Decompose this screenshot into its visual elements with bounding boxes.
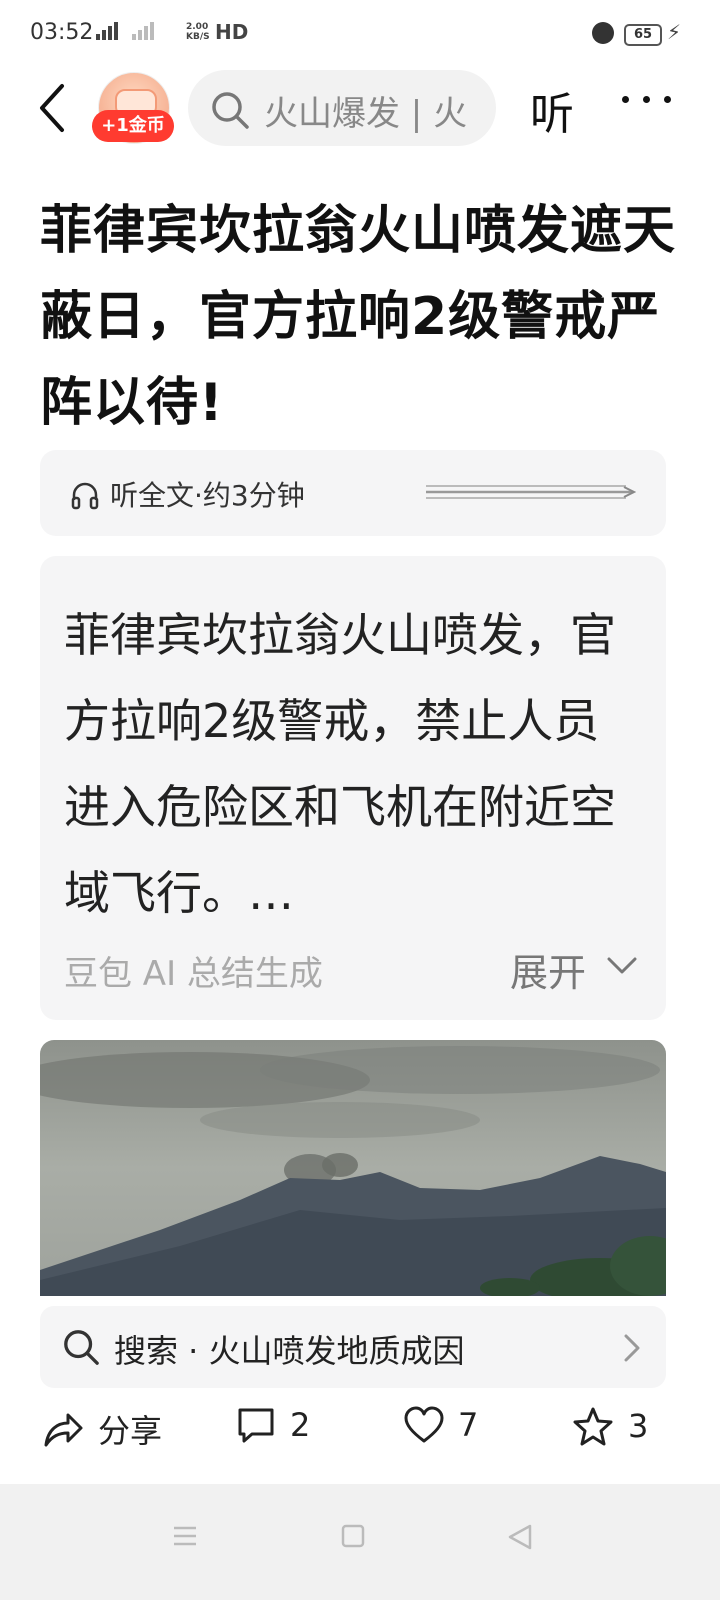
- battery-indicator: 65: [624, 24, 662, 46]
- related-search-text: 搜索 · 火山喷发地质成因: [114, 1332, 465, 1370]
- alarm-icon: [592, 22, 614, 44]
- hd-indicator: HD: [215, 20, 249, 44]
- system-nav-bar: [0, 1484, 720, 1600]
- like-button[interactable]: 7: [404, 1406, 478, 1444]
- status-bar: 03:52 2.00 KB/S HD 65 ⚡: [0, 0, 720, 66]
- search-icon: [64, 1330, 99, 1365]
- share-icon: [44, 1413, 83, 1447]
- article-title: 菲律宾坎拉翁火山喷发遮天蔽日，官方拉响2级警戒严阵以待!: [40, 201, 677, 433]
- status-time: 03:52: [30, 20, 94, 45]
- summary-text: 菲律宾坎拉翁火山喷发，官方拉响2级警戒，禁止人员进入危险区和飞机在附近空域飞行。…: [64, 608, 616, 920]
- menu-icon[interactable]: [172, 1524, 198, 1548]
- back-arrow-icon: [40, 84, 64, 132]
- more-options-icon[interactable]: [622, 96, 671, 103]
- back-button[interactable]: [34, 80, 74, 136]
- headphones-icon: [71, 482, 99, 510]
- comment-count: 2: [290, 1406, 311, 1444]
- share-label: 分享: [98, 1412, 163, 1450]
- favorite-button[interactable]: 3: [572, 1406, 648, 1446]
- coin-badge: +1金币: [92, 110, 174, 142]
- listen-duration-text: 听全文·约3分钟: [110, 479, 305, 512]
- audio-wave-icon: [426, 485, 636, 499]
- chevron-down-icon[interactable]: [606, 956, 638, 976]
- network-speed: 2.00 KB/S: [186, 22, 210, 42]
- search-icon: [212, 92, 249, 129]
- share-button[interactable]: 分享: [42, 1406, 162, 1452]
- action-bar: 分享 2 7 3: [0, 1400, 720, 1464]
- home-icon[interactable]: [341, 1524, 365, 1548]
- charging-icon: ⚡: [667, 20, 682, 44]
- star-icon: [573, 1407, 613, 1446]
- related-search[interactable]: 搜索 · 火山喷发地质成因: [40, 1306, 666, 1388]
- search-query: 火山爆发 | 火: [264, 94, 468, 134]
- listen-button[interactable]: 听: [530, 78, 574, 142]
- comment-button[interactable]: 2: [236, 1406, 310, 1444]
- expand-button[interactable]: 展开: [510, 942, 586, 997]
- summary-source: 豆包 AI 总结生成: [64, 954, 323, 994]
- volcano-photo[interactable]: [40, 1040, 666, 1296]
- signal-icon: [96, 22, 154, 40]
- back-triangle-icon[interactable]: [508, 1524, 532, 1550]
- reward-avatar[interactable]: +1金币: [92, 72, 176, 144]
- like-count: 7: [458, 1406, 479, 1444]
- comment-icon: [238, 1408, 274, 1443]
- ai-summary-card[interactable]: 菲律宾坎拉翁火山喷发，官方拉响2级警戒，禁止人员进入危险区和飞机在附近空域飞行。…: [40, 556, 666, 1020]
- chevron-right-icon: [624, 1334, 640, 1362]
- search-input[interactable]: 火山爆发 | 火: [188, 70, 496, 146]
- heart-icon: [404, 1406, 444, 1443]
- favorite-count: 3: [628, 1407, 649, 1445]
